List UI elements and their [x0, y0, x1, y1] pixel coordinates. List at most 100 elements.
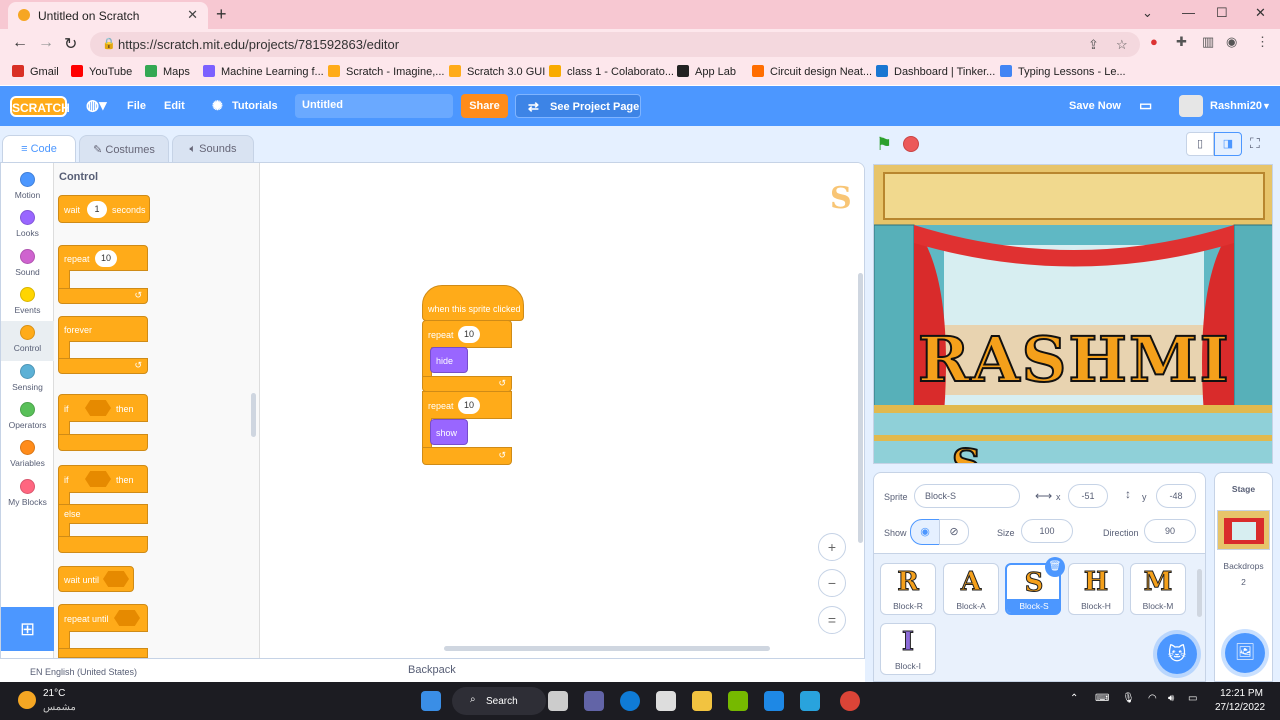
repeat-value[interactable]: 10: [95, 250, 117, 267]
user-dropdown-icon[interactable]: ▼: [1262, 101, 1271, 111]
sprite-tile-i[interactable]: I Block-I: [880, 623, 936, 675]
bookmark-scratch-gui[interactable]: Scratch 3.0 GUI: [449, 65, 545, 78]
show-visible-icon[interactable]: ◉: [910, 519, 940, 545]
mail-icon[interactable]: [764, 691, 784, 711]
category-variables[interactable]: Variables: [1, 437, 54, 475]
backpack-label[interactable]: Backpack: [408, 664, 456, 676]
repeat-count-2[interactable]: 10: [458, 397, 480, 414]
repeat-count-1[interactable]: 10: [458, 326, 480, 343]
teams-icon[interactable]: [584, 691, 604, 711]
tab-search-icon[interactable]: ⌄: [1142, 5, 1153, 21]
edit-menu[interactable]: Edit: [164, 100, 185, 112]
microphone-icon[interactable]: 🎙︎: [1122, 693, 1135, 704]
address-bar[interactable]: 🔒 https://scratch.mit.edu/projects/78159…: [90, 32, 1140, 57]
repeat-until-block[interactable]: repeat until: [58, 604, 148, 632]
weather-text[interactable]: مشمس: [43, 702, 76, 713]
taskbar-search[interactable]: ⌕ Search: [452, 687, 546, 715]
bookmark-app-lab[interactable]: App Lab: [677, 65, 736, 78]
condition-slot[interactable]: [114, 610, 140, 626]
tab-costumes[interactable]: ✎ Costumes: [79, 135, 169, 163]
username-menu[interactable]: Rashmi20: [1210, 100, 1262, 112]
bookmark-scratch-imagine[interactable]: Scratch - Imagine,...: [328, 65, 444, 78]
zoom-out-button[interactable]: −: [818, 569, 846, 597]
sprite-list-scrollbar[interactable]: [1197, 569, 1202, 617]
weather-sun-icon[interactable]: [18, 691, 36, 709]
stage-panel[interactable]: Stage Backdrops 2 🖼︎: [1214, 472, 1273, 682]
language-globe-icon[interactable]: ◍▾: [86, 96, 107, 114]
file-menu[interactable]: File: [127, 100, 146, 112]
repeat-block[interactable]: repeat 10: [58, 245, 148, 271]
back-icon[interactable]: ←: [12, 34, 28, 52]
add-sprite-icon[interactable]: 🐱︎: [1157, 634, 1197, 674]
zoom-in-button[interactable]: +: [818, 533, 846, 561]
x-input[interactable]: -51: [1068, 484, 1108, 508]
lock-icon[interactable]: 🔒: [102, 37, 116, 50]
small-stage-icon[interactable]: ▯: [1186, 132, 1214, 156]
minimize-button[interactable]: —: [1182, 5, 1195, 20]
sprite-tile-a[interactable]: A Block-A: [943, 563, 999, 615]
bookmark-gmail[interactable]: Gmail: [12, 65, 59, 78]
bookmark-maps[interactable]: Maps: [145, 65, 190, 78]
new-tab-button[interactable]: +: [216, 4, 227, 25]
sprite-tile-h[interactable]: H Block-H: [1068, 563, 1124, 615]
category-looks[interactable]: Looks: [1, 207, 54, 245]
snipping-icon[interactable]: [656, 691, 676, 711]
when-sprite-clicked-block[interactable]: when this sprite clicked: [422, 285, 524, 321]
normal-stage-icon[interactable]: ◨: [1214, 132, 1242, 156]
temperature[interactable]: 21°C: [43, 688, 65, 699]
tutorials-icon[interactable]: ✺: [212, 98, 223, 114]
stop-icon[interactable]: [903, 136, 919, 152]
chrome-icon[interactable]: [840, 691, 860, 711]
avatar[interactable]: [1179, 95, 1203, 117]
script-horizontal-scrollbar[interactable]: [444, 646, 770, 651]
volume-icon[interactable]: 🔊︎: [1168, 693, 1174, 704]
forward-icon[interactable]: →: [38, 34, 54, 52]
hide-block[interactable]: hide: [430, 347, 468, 373]
add-extension-button[interactable]: ⊞: [1, 607, 54, 651]
category-control[interactable]: Control: [1, 321, 54, 361]
battery-icon[interactable]: ▭: [1188, 693, 1197, 704]
record-icon[interactable]: ●: [1150, 34, 1158, 49]
bookmark-tinkercad[interactable]: Dashboard | Tinker...: [876, 65, 995, 78]
bookmark-star-icon[interactable]: ☆: [1116, 37, 1128, 53]
share-icon[interactable]: ⇪: [1088, 37, 1099, 53]
tab-code[interactable]: ≡ Code: [2, 135, 76, 163]
add-backdrop-icon[interactable]: 🖼︎: [1225, 633, 1265, 673]
scratch-logo[interactable]: SCRATCH: [10, 96, 70, 117]
palette-scrollbar[interactable]: [251, 393, 256, 437]
condition-slot[interactable]: [103, 571, 129, 587]
green-flag-icon[interactable]: ⚑: [876, 134, 892, 155]
delete-sprite-icon[interactable]: 🗑︎: [1045, 557, 1065, 577]
bookmark-colab[interactable]: class 1 - Colaborato...: [549, 65, 674, 78]
repeat-block-script-1[interactable]: repeat 10: [422, 320, 512, 348]
zoom-reset-button[interactable]: =: [818, 606, 846, 634]
dragged-sprite-s[interactable]: S: [951, 440, 982, 463]
y-input[interactable]: -48: [1156, 484, 1196, 508]
reload-icon[interactable]: ↻: [64, 34, 77, 54]
project-title-input[interactable]: Untitled: [295, 94, 453, 118]
backdrop-thumbnail[interactable]: [1217, 510, 1270, 550]
task-view-icon[interactable]: [548, 691, 568, 711]
bookmark-circuit-design[interactable]: Circuit design Neat...: [752, 65, 872, 78]
hide-invisible-icon[interactable]: ⊘: [939, 519, 969, 545]
browser-tab[interactable]: Untitled on Scratch ✕: [8, 2, 208, 29]
category-motion[interactable]: Motion: [1, 169, 54, 207]
bookmark-youtube[interactable]: YouTube: [71, 65, 132, 78]
tab-sounds[interactable]: 🔈︎ Sounds: [172, 135, 254, 163]
sprite-tile-r[interactable]: R Block-R: [880, 563, 936, 615]
category-events[interactable]: Events: [1, 284, 54, 322]
tutorials-menu[interactable]: Tutorials: [232, 100, 278, 112]
folder-icon[interactable]: ▭: [1139, 97, 1152, 114]
direction-input[interactable]: 90: [1144, 519, 1196, 543]
tray-chevron-icon[interactable]: ⌃: [1070, 693, 1078, 704]
category-sensing[interactable]: Sensing: [1, 361, 54, 399]
sprite-tile-m[interactable]: M Block-M: [1130, 563, 1186, 615]
if-then-else-block[interactable]: if then: [58, 465, 148, 493]
url-text[interactable]: https://scratch.mit.edu/projects/7815928…: [118, 37, 399, 52]
if-then-block[interactable]: if then: [58, 394, 148, 422]
show-block[interactable]: show: [430, 419, 468, 445]
windows-start-icon[interactable]: [421, 691, 441, 711]
wait-until-block[interactable]: wait until: [58, 566, 134, 592]
maximize-button[interactable]: ☐: [1216, 5, 1228, 21]
keyboard-icon[interactable]: ⌨: [1095, 693, 1109, 704]
